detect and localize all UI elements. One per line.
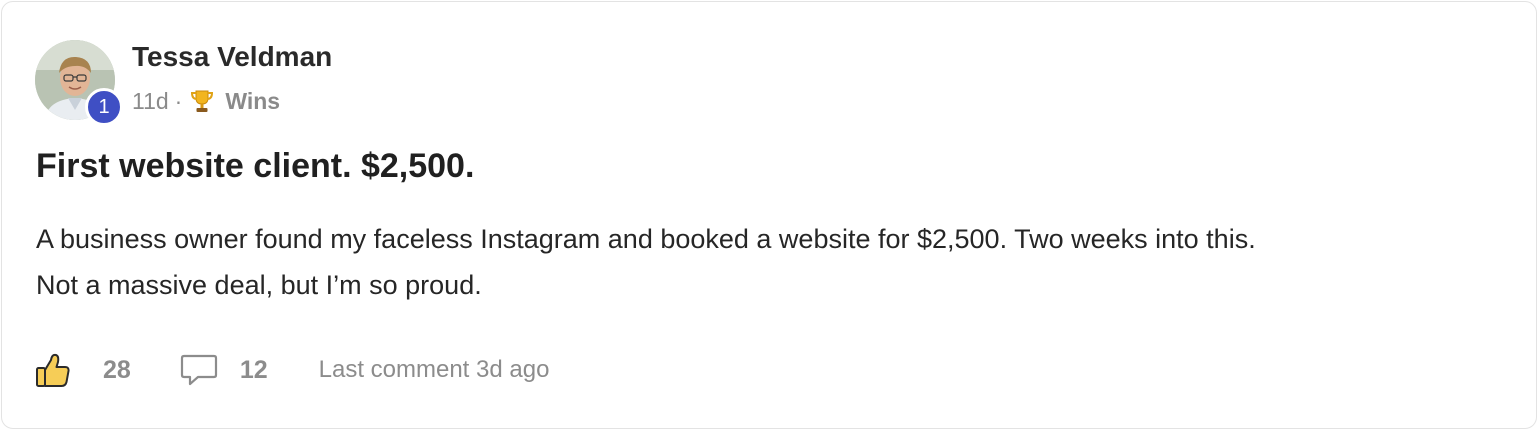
meta-separator: ·	[174, 87, 183, 114]
comment-icon	[180, 354, 217, 386]
category-link[interactable]: Wins	[225, 88, 280, 115]
post-age: 11d	[132, 87, 169, 114]
post-actions: 28 12 Last comment 3d ago	[35, 350, 549, 390]
like-count: 28	[103, 355, 131, 384]
post-card[interactable]: 1 Tessa Veldman 11d · Wins First website…	[1, 1, 1537, 429]
trophy-icon	[191, 90, 214, 112]
comment-count: 12	[239, 355, 268, 384]
like-button[interactable]: 28	[35, 351, 131, 389]
last-comment-time[interactable]: Last comment 3d ago	[319, 356, 550, 384]
author-avatar-group[interactable]: 1	[35, 40, 123, 126]
author-name[interactable]: Tessa Veldman	[132, 40, 332, 74]
level-badge: 1	[85, 88, 123, 126]
post-body[interactable]: A business owner found my faceless Insta…	[36, 216, 1506, 308]
post-title[interactable]: First website client. $2,500.	[36, 144, 474, 188]
post-meta: 11d · Wins	[132, 86, 280, 116]
post-body-line: Not a massive deal, but I’m so proud.	[36, 270, 482, 300]
comment-button[interactable]: 12	[180, 352, 268, 388]
post-body-line: A business owner found my faceless Insta…	[36, 224, 1256, 254]
thumbs-up-icon	[36, 353, 70, 387]
